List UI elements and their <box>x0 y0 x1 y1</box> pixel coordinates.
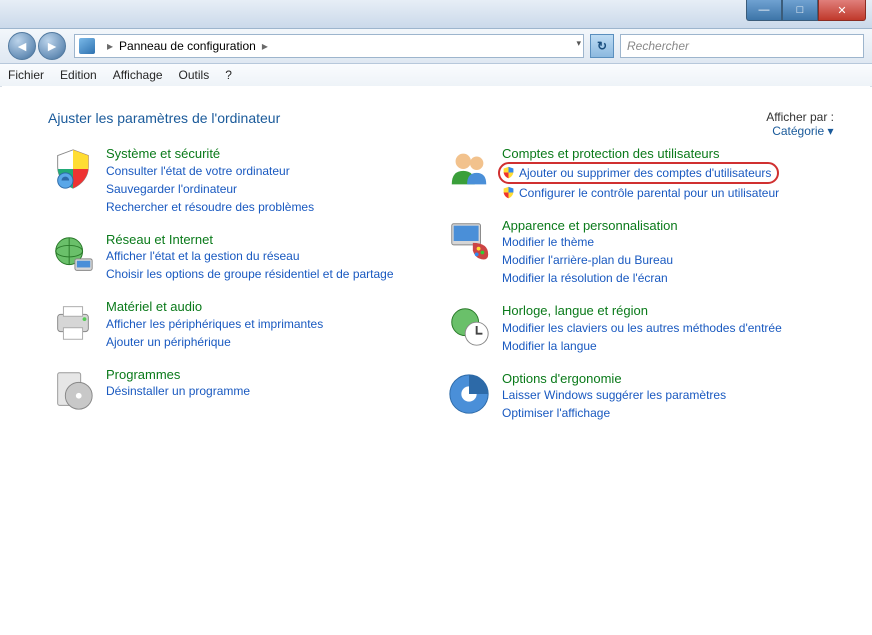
link[interactable]: Modifier l'arrière-plan du Bureau <box>502 251 678 269</box>
category-ease-of-access: Options d'ergonomie Laisser Windows sugg… <box>444 369 840 423</box>
category-programs: Programmes Désinstaller un programme <box>48 365 444 415</box>
link[interactable]: Ajouter un périphérique <box>106 333 323 351</box>
category-title[interactable]: Réseau et Internet <box>106 232 394 248</box>
link[interactable]: Modifier la résolution de l'écran <box>502 269 678 287</box>
link[interactable]: Optimiser l'affichage <box>502 404 726 422</box>
link[interactable]: Ajouter ou supprimer des comptes d'utili… <box>519 164 771 182</box>
uac-shield-icon <box>502 186 515 199</box>
link[interactable]: Afficher l'état et la gestion du réseau <box>106 247 394 265</box>
close-button[interactable]: ✕ <box>818 0 866 21</box>
category-title[interactable]: Matériel et audio <box>106 299 323 315</box>
category-system-security: Système et sécurité Consulter l'état de … <box>48 144 444 216</box>
highlighted-link: Ajouter ou supprimer des comptes d'utili… <box>498 162 779 184</box>
search-placeholder: Rechercher <box>627 39 689 53</box>
users-icon <box>444 144 494 194</box>
window: — □ ✕ ◄ ► ▸ Panneau de configuration ▸ ▾… <box>0 0 872 635</box>
category-network-internet: Réseau et Internet Afficher l'état et la… <box>48 230 444 284</box>
globe-network-icon <box>48 230 98 280</box>
link[interactable]: Laisser Windows suggérer les paramètres <box>502 386 726 404</box>
clock-globe-icon <box>444 301 494 351</box>
category-title[interactable]: Programmes <box>106 367 250 383</box>
view-by-label: Afficher par : <box>766 110 834 124</box>
view-by: Afficher par : Catégorie ▾ <box>766 110 834 152</box>
category-title[interactable]: Comptes et protection des utilisateurs <box>502 146 779 162</box>
maximize-button[interactable]: □ <box>782 0 818 21</box>
navbar: ◄ ► ▸ Panneau de configuration ▸ ▾ ↻ Rec… <box>0 29 872 64</box>
search-input[interactable]: Rechercher <box>620 34 864 58</box>
minimize-button[interactable]: — <box>746 0 782 21</box>
breadcrumb-sep: ▸ <box>262 39 268 53</box>
shield-icon <box>48 144 98 194</box>
link-text: Configurer le contrôle parental pour un … <box>519 184 779 202</box>
right-column: Comptes et protection des utilisateurs A… <box>444 144 840 436</box>
link[interactable]: Modifier le thème <box>502 233 678 251</box>
menu-file[interactable]: Fichier <box>8 68 44 82</box>
page-title: Ajuster les paramètres de l'ordinateur <box>48 110 840 126</box>
link[interactable]: Afficher les périphériques et imprimante… <box>106 315 323 333</box>
menu-view[interactable]: Affichage <box>113 68 163 82</box>
back-button[interactable]: ◄ <box>8 32 36 60</box>
breadcrumb-location[interactable]: Panneau de configuration <box>119 39 256 53</box>
category-appearance: Apparence et personnalisation Modifier l… <box>444 216 840 288</box>
menu-tools[interactable]: Outils <box>179 68 210 82</box>
link[interactable]: Configurer le contrôle parental pour un … <box>502 184 779 202</box>
refresh-button[interactable]: ↻ <box>590 34 614 58</box>
category-title[interactable]: Apparence et personnalisation <box>502 218 678 234</box>
view-by-dropdown[interactable]: Catégorie ▾ <box>772 124 834 138</box>
category-title[interactable]: Horloge, langue et région <box>502 303 782 319</box>
titlebar: — □ ✕ <box>0 0 872 29</box>
address-bar[interactable]: ▸ Panneau de configuration ▸ ▾ <box>74 34 584 58</box>
menu-edit[interactable]: Edition <box>60 68 97 82</box>
forward-button[interactable]: ► <box>38 32 66 60</box>
link[interactable]: Désinstaller un programme <box>106 382 250 400</box>
content: Ajuster les paramètres de l'ordinateur A… <box>2 86 870 633</box>
category-clock-language: Horloge, langue et région Modifier les c… <box>444 301 840 355</box>
ease-of-access-icon <box>444 369 494 419</box>
disc-box-icon <box>48 365 98 415</box>
link[interactable]: Consulter l'état de votre ordinateur <box>106 162 314 180</box>
category-title[interactable]: Options d'ergonomie <box>502 371 726 387</box>
breadcrumb-sep: ▸ <box>107 39 113 53</box>
menu-help[interactable]: ? <box>225 68 232 82</box>
menubar: Fichier Edition Affichage Outils ? <box>0 64 872 87</box>
link[interactable]: Modifier les claviers ou les autres méth… <box>502 319 782 337</box>
category-user-accounts: Comptes et protection des utilisateurs A… <box>444 144 840 202</box>
uac-shield-icon <box>502 166 515 179</box>
link[interactable]: Choisir les options de groupe résidentie… <box>106 265 394 283</box>
printer-icon <box>48 297 98 347</box>
address-dropdown[interactable]: ▾ <box>576 38 581 49</box>
category-hardware-sound: Matériel et audio Afficher les périphéri… <box>48 297 444 351</box>
link[interactable]: Rechercher et résoudre des problèmes <box>106 198 314 216</box>
link[interactable]: Modifier la langue <box>502 337 782 355</box>
link[interactable]: Sauvegarder l'ordinateur <box>106 180 314 198</box>
category-title[interactable]: Système et sécurité <box>106 146 314 162</box>
control-panel-icon <box>79 38 95 54</box>
left-column: Système et sécurité Consulter l'état de … <box>48 144 444 436</box>
monitor-palette-icon <box>444 216 494 266</box>
